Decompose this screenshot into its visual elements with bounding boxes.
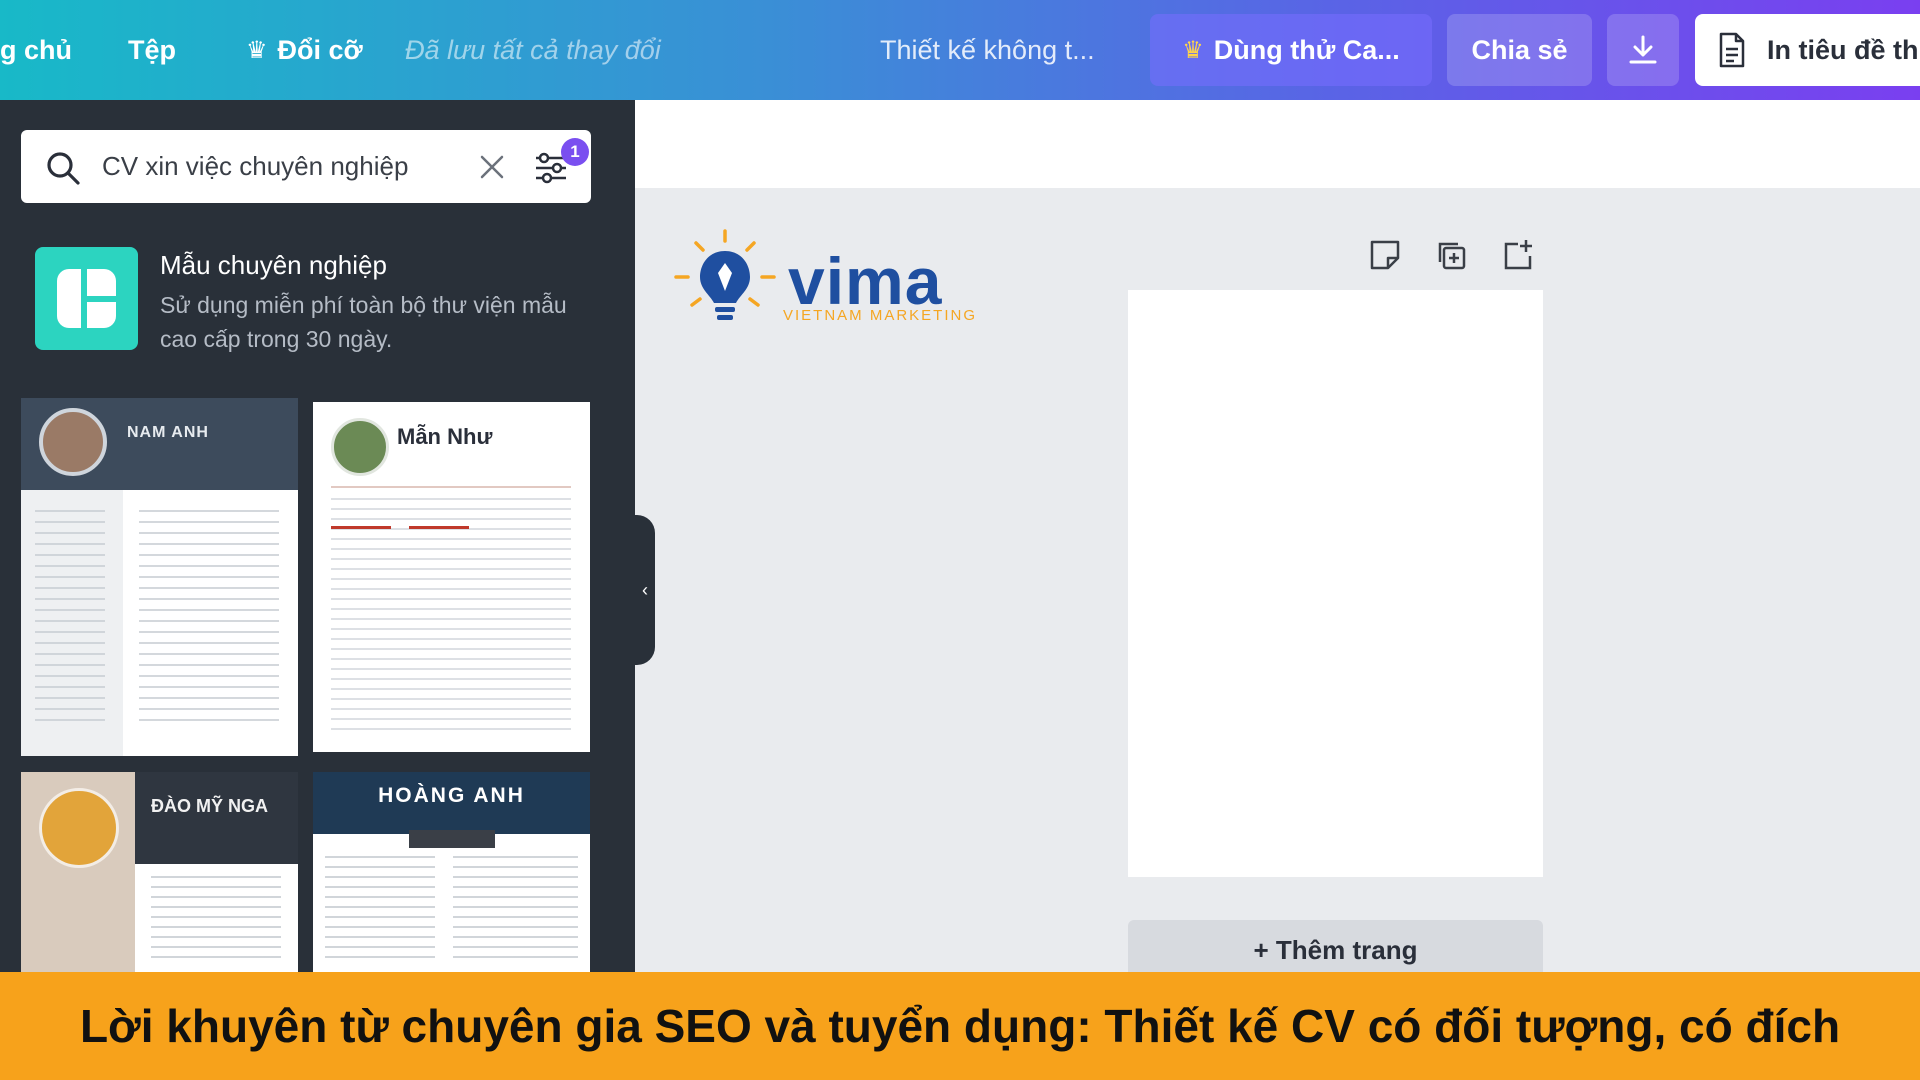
canvas-toolbar-strip xyxy=(635,100,1920,188)
filter-count-badge: 1 xyxy=(561,138,589,166)
top-toolbar: g chủ Tệp ♛ Đổi cỡ Đã lưu tất cả thay đổ… xyxy=(0,0,1920,100)
search-box[interactable]: CV xin việc chuyên nghiệp 1 xyxy=(21,130,591,203)
print-button[interactable]: In tiêu đề th xyxy=(1695,14,1920,86)
share-button[interactable]: Chia sẻ xyxy=(1447,14,1592,86)
template-layout-icon xyxy=(57,269,116,328)
note-icon[interactable] xyxy=(1368,238,1402,272)
crown-icon: ♛ xyxy=(246,36,268,64)
file-menu[interactable]: Tệp xyxy=(128,0,176,100)
crown-icon: ♛ xyxy=(1182,36,1204,64)
design-title[interactable]: Thiết kế không t... xyxy=(880,0,1095,100)
template-card[interactable]: HOÀNG ANH xyxy=(313,772,590,972)
resize-menu[interactable]: ♛ Đổi cỡ xyxy=(246,0,363,100)
search-icon xyxy=(47,152,80,185)
download-icon xyxy=(1629,35,1657,64)
resize-label: Đổi cỡ xyxy=(277,34,363,65)
templates-panel: CV xin việc chuyên nghiệp 1 Mẫu chuyên n… xyxy=(0,100,635,972)
template-card[interactable]: ĐÀO MỸ NGA xyxy=(21,772,298,972)
template-name: HOÀNG ANH xyxy=(378,784,525,807)
logo-subtitle: VIETNAM MARKETING xyxy=(783,307,978,324)
collapse-panel-button[interactable]: ‹ xyxy=(635,515,655,665)
clear-icon[interactable] xyxy=(479,154,505,180)
template-card[interactable]: NAM ANH xyxy=(21,398,298,756)
promo-description: Sử dụng miễn phí toàn bộ thư viện mẫu ca… xyxy=(160,292,567,352)
home-link[interactable]: g chủ xyxy=(0,0,72,100)
template-name: NAM ANH xyxy=(127,424,209,441)
chevron-left-icon: ‹ xyxy=(642,579,648,600)
search-input[interactable]: CV xin việc chuyên nghiệp xyxy=(102,130,408,203)
document-icon xyxy=(1719,32,1745,68)
download-button[interactable] xyxy=(1607,14,1679,86)
pro-templates-icon[interactable] xyxy=(35,247,138,350)
try-pro-label: Dùng thử Ca... xyxy=(1213,34,1400,65)
saved-status: Đã lưu tất cả thay đổi xyxy=(405,34,661,65)
promo-title[interactable]: Mẫu chuyên nghiệp xyxy=(160,250,387,281)
duplicate-page-icon[interactable] xyxy=(1434,238,1468,272)
blank-design-page[interactable] xyxy=(1128,290,1543,877)
vima-logo: vima VIETNAM MARKETING xyxy=(670,225,990,335)
add-page-button[interactable]: + Thêm trang xyxy=(1128,920,1543,980)
template-card[interactable]: Mẫn Như xyxy=(313,402,590,752)
try-pro-button[interactable]: ♛ Dùng thử Ca... xyxy=(1150,14,1432,86)
add-page-icon[interactable] xyxy=(1500,238,1534,272)
template-name: Mẫn Như xyxy=(397,424,493,449)
caption-banner: Lời khuyên từ chuyên gia SEO và tuyển dụ… xyxy=(0,972,1920,1080)
print-label: In tiêu đề th xyxy=(1767,34,1919,65)
template-name: ĐÀO MỸ NGA xyxy=(151,796,268,816)
lightbulb-icon xyxy=(674,229,776,320)
